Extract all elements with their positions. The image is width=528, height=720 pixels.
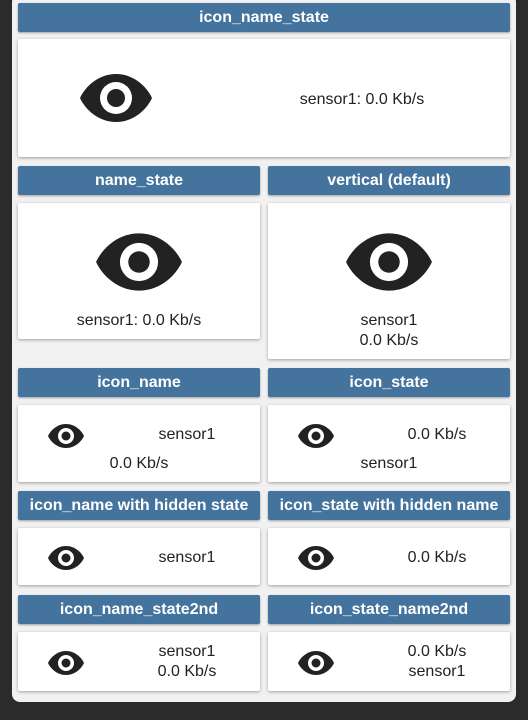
button-card-icon-state-hidden-name[interactable]: 0.0 Kb/s (268, 528, 510, 585)
header-icon-name-state: icon_name_state (18, 3, 510, 32)
button-card-icon-state-name2nd[interactable]: 0.0 Kb/s sensor1 (268, 632, 510, 691)
eye-icon (345, 231, 433, 293)
name-state-text: sensor1: 0.0 Kb/s (76, 312, 202, 329)
header-icon-name: icon_name (18, 368, 260, 397)
entity-state: 0.0 Kb/s (359, 332, 419, 349)
entity-name: sensor1 (360, 455, 418, 472)
entity-name: sensor1 (408, 663, 466, 680)
button-card-icon-name-state2nd[interactable]: sensor1 0.0 Kb/s (18, 632, 260, 691)
eye-icon (298, 545, 334, 571)
entity-name: sensor1 (360, 312, 418, 329)
name-state-text: sensor1: 0.0 Kb/s (299, 91, 425, 108)
button-card-icon-state[interactable]: 0.0 Kb/s sensor1 (268, 405, 510, 482)
entity-state: 0.0 Kb/s (407, 643, 467, 660)
entity-name: sensor1 (158, 549, 216, 566)
header-icon-state: icon_state (268, 368, 510, 397)
eye-icon (48, 423, 84, 449)
header-icon-name-state2nd: icon_name_state2nd (18, 595, 260, 624)
button-card-name-state[interactable]: sensor1: 0.0 Kb/s (18, 203, 260, 339)
header-icon-state-hidden-name: icon_state with hidden name (268, 491, 510, 520)
eye-icon (48, 650, 84, 676)
header-vertical-default: vertical (default) (268, 166, 510, 195)
button-card-icon-name-hidden-state[interactable]: sensor1 (18, 528, 260, 585)
entity-state: 0.0 Kb/s (407, 426, 467, 443)
entity-state: 0.0 Kb/s (407, 549, 467, 566)
header-icon-name-hidden-state: icon_name with hidden state (18, 491, 260, 520)
header-name-state: name_state (18, 166, 260, 195)
button-card-vertical-default[interactable]: sensor1 0.0 Kb/s (268, 203, 510, 359)
entity-name: sensor1 (158, 643, 216, 660)
button-card-icon-name[interactable]: sensor1 0.0 Kb/s (18, 405, 260, 482)
eye-icon (80, 72, 152, 124)
entity-state: 0.0 Kb/s (157, 663, 217, 680)
eye-icon (298, 423, 334, 449)
eye-icon (298, 650, 334, 676)
eye-icon (95, 231, 183, 293)
button-card-icon-name-state[interactable]: sensor1: 0.0 Kb/s (18, 39, 510, 157)
entity-name: sensor1 (158, 426, 216, 443)
header-icon-state-name2nd: icon_state_name2nd (268, 595, 510, 624)
eye-icon (48, 545, 84, 571)
entity-state: 0.0 Kb/s (109, 455, 169, 472)
